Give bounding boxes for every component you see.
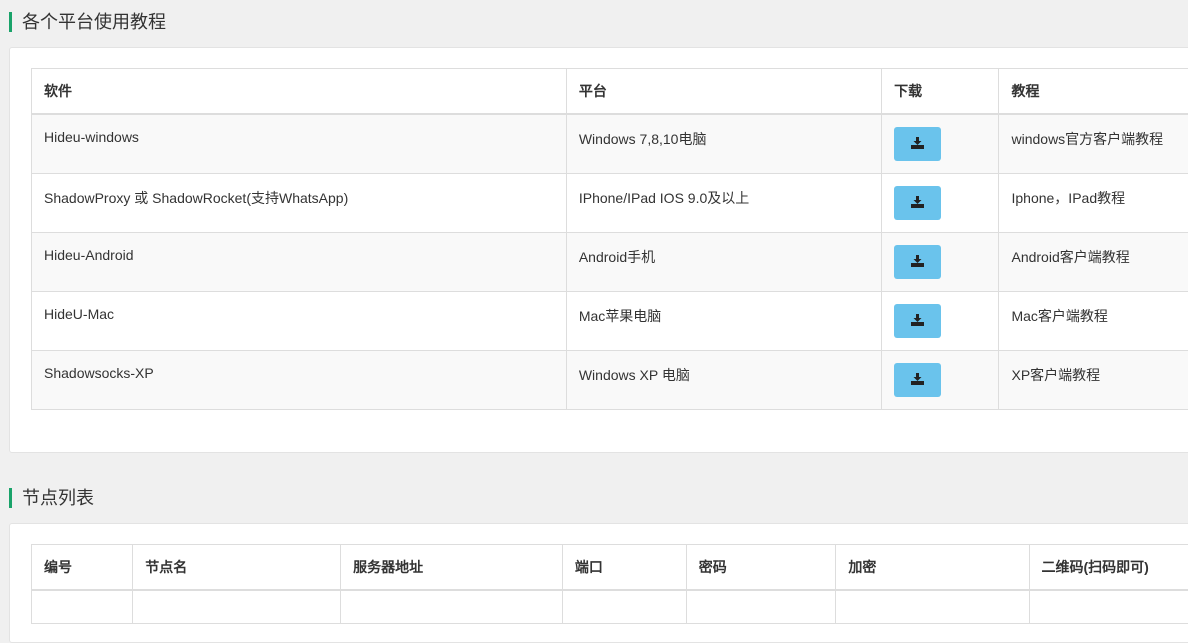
platform-cell: Windows XP 电脑 xyxy=(566,350,881,409)
download-button[interactable] xyxy=(894,127,941,161)
download-icon xyxy=(911,137,924,149)
table-cell xyxy=(562,590,686,624)
download-icon xyxy=(911,196,924,208)
column-header-tutorial: 教程 xyxy=(999,69,1188,115)
table-row: Hideu-Android Android手机 Android客户端教程 xyxy=(32,232,1188,291)
column-header-password: 密码 xyxy=(686,545,836,591)
download-icon xyxy=(911,373,924,385)
download-cell xyxy=(882,173,999,232)
download-cell xyxy=(882,350,999,409)
download-cell xyxy=(882,232,999,291)
nodes-panel: 编号 节点名 服务器地址 端口 密码 加密 二维码(扫码即可) xyxy=(9,523,1188,643)
download-button[interactable] xyxy=(894,363,941,397)
table-cell xyxy=(32,590,133,624)
table-row: ShadowProxy 或 ShadowRocket(支持WhatsApp) I… xyxy=(32,173,1188,232)
platform-cell: Android手机 xyxy=(566,232,881,291)
column-header-encryption: 加密 xyxy=(836,545,1029,591)
column-header-download: 下载 xyxy=(882,69,999,115)
software-cell: HideU-Mac xyxy=(32,291,567,350)
table-row xyxy=(32,590,1188,624)
column-header-port: 端口 xyxy=(562,545,686,591)
table-row: Hideu-windows Windows 7,8,10电脑 windows官方… xyxy=(32,114,1188,173)
column-header-platform: 平台 xyxy=(566,69,881,115)
table-cell xyxy=(341,590,563,624)
tutorial-link[interactable]: Iphone，IPad教程 xyxy=(999,173,1188,232)
column-header-qrcode: 二维码(扫码即可) xyxy=(1029,545,1188,591)
table-cell xyxy=(1029,590,1188,624)
platform-cell: Mac苹果电脑 xyxy=(566,291,881,350)
tutorial-link[interactable]: XP客户端教程 xyxy=(999,350,1188,409)
column-header-software: 软件 xyxy=(32,69,567,115)
download-cell xyxy=(882,114,999,173)
software-cell: ShadowProxy 或 ShadowRocket(支持WhatsApp) xyxy=(32,173,567,232)
tutorial-link[interactable]: Mac客户端教程 xyxy=(999,291,1188,350)
tutorial-link[interactable]: Android客户端教程 xyxy=(999,232,1188,291)
column-header-server-address: 服务器地址 xyxy=(341,545,563,591)
table-cell xyxy=(836,590,1029,624)
tutorials-panel: 软件 平台 下载 教程 Hideu-windows Windows 7,8,10… xyxy=(9,47,1188,453)
platform-cell: IPhone/IPad IOS 9.0及以上 xyxy=(566,173,881,232)
table-header-row: 编号 节点名 服务器地址 端口 密码 加密 二维码(扫码即可) xyxy=(32,545,1188,591)
download-cell xyxy=(882,291,999,350)
platform-cell: Windows 7,8,10电脑 xyxy=(566,114,881,173)
software-cell: Hideu-windows xyxy=(32,114,567,173)
download-icon xyxy=(911,314,924,326)
tutorials-table: 软件 平台 下载 教程 Hideu-windows Windows 7,8,10… xyxy=(31,68,1188,410)
download-button[interactable] xyxy=(894,186,941,220)
table-cell xyxy=(686,590,836,624)
tutorial-link[interactable]: windows官方客户端教程 xyxy=(999,114,1188,173)
download-button[interactable] xyxy=(894,304,941,338)
software-cell: Hideu-Android xyxy=(32,232,567,291)
column-header-id: 编号 xyxy=(32,545,133,591)
table-header-row: 软件 平台 下载 教程 xyxy=(32,69,1188,115)
table-cell xyxy=(133,590,341,624)
download-button[interactable] xyxy=(894,245,941,279)
section-title-tutorials: 各个平台使用教程 xyxy=(9,12,166,32)
software-cell: Shadowsocks-XP xyxy=(32,350,567,409)
section-title-nodes: 节点列表 xyxy=(9,488,94,508)
table-row: HideU-Mac Mac苹果电脑 Mac客户端教程 xyxy=(32,291,1188,350)
column-header-node-name: 节点名 xyxy=(133,545,341,591)
nodes-table: 编号 节点名 服务器地址 端口 密码 加密 二维码(扫码即可) xyxy=(31,544,1188,624)
download-icon xyxy=(911,255,924,267)
table-row: Shadowsocks-XP Windows XP 电脑 XP客户端教程 xyxy=(32,350,1188,409)
